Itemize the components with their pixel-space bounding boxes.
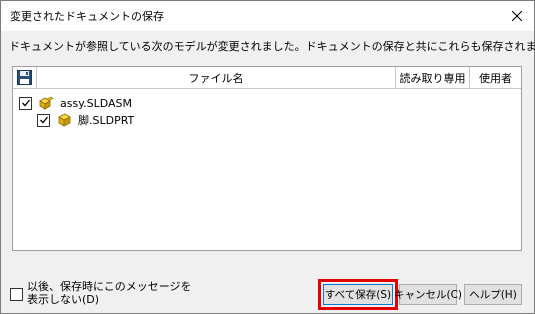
row-filename: assy.SLDASM — [60, 96, 133, 110]
row-checkbox[interactable] — [37, 113, 50, 127]
title-bar: 変更されたドキュメントの保存 — [1, 1, 534, 31]
dont-show-label-line1: 以後、保存時にこのメッセージを — [27, 280, 192, 293]
save-modified-documents-dialog: 変更されたドキュメントの保存 ドキュメントが参照している次のモデルが変更されまし… — [0, 0, 535, 314]
row-checkbox[interactable] — [19, 96, 32, 110]
modified-files-list[interactable]: ファイル名 読み取り専用 使用者 assy.SLDASM 脚.SLDPRT — [12, 66, 522, 251]
header-filename[interactable]: ファイル名 — [37, 67, 396, 88]
header-save-column[interactable] — [13, 67, 37, 88]
window-title: 変更されたドキュメントの保存 — [10, 10, 164, 23]
close-icon — [512, 11, 522, 21]
checkmark-icon — [39, 116, 48, 124]
header-user[interactable]: 使用者 — [470, 67, 521, 88]
info-message: ドキュメントが参照している次のモデルが変更されました。ドキュメントの保存と共にこ… — [9, 40, 535, 53]
dont-show-again-option[interactable]: 以後、保存時にこのメッセージを 表示しない(D) — [10, 280, 192, 306]
part-icon — [58, 113, 71, 127]
dont-show-label: 以後、保存時にこのメッセージを 表示しない(D) — [27, 280, 192, 306]
cancel-button[interactable]: キャンセル(C) — [394, 284, 462, 305]
list-item[interactable]: 脚.SLDPRT — [37, 111, 134, 129]
row-filename: 脚.SLDPRT — [78, 114, 135, 127]
checkmark-icon — [21, 99, 30, 107]
header-readonly[interactable]: 読み取り専用 — [396, 67, 470, 88]
list-item[interactable]: assy.SLDASM — [19, 94, 132, 112]
close-button[interactable] — [500, 1, 534, 31]
list-header: ファイル名 読み取り専用 使用者 — [13, 67, 521, 89]
assembly-icon — [39, 96, 54, 110]
help-button[interactable]: ヘルプ(H) — [464, 284, 522, 305]
floppy-disk-icon — [17, 70, 32, 85]
save-all-button[interactable]: すべて保存(S) — [323, 284, 393, 305]
dont-show-checkbox[interactable] — [10, 288, 23, 301]
dont-show-label-line2: 表示しない(D) — [27, 293, 100, 306]
